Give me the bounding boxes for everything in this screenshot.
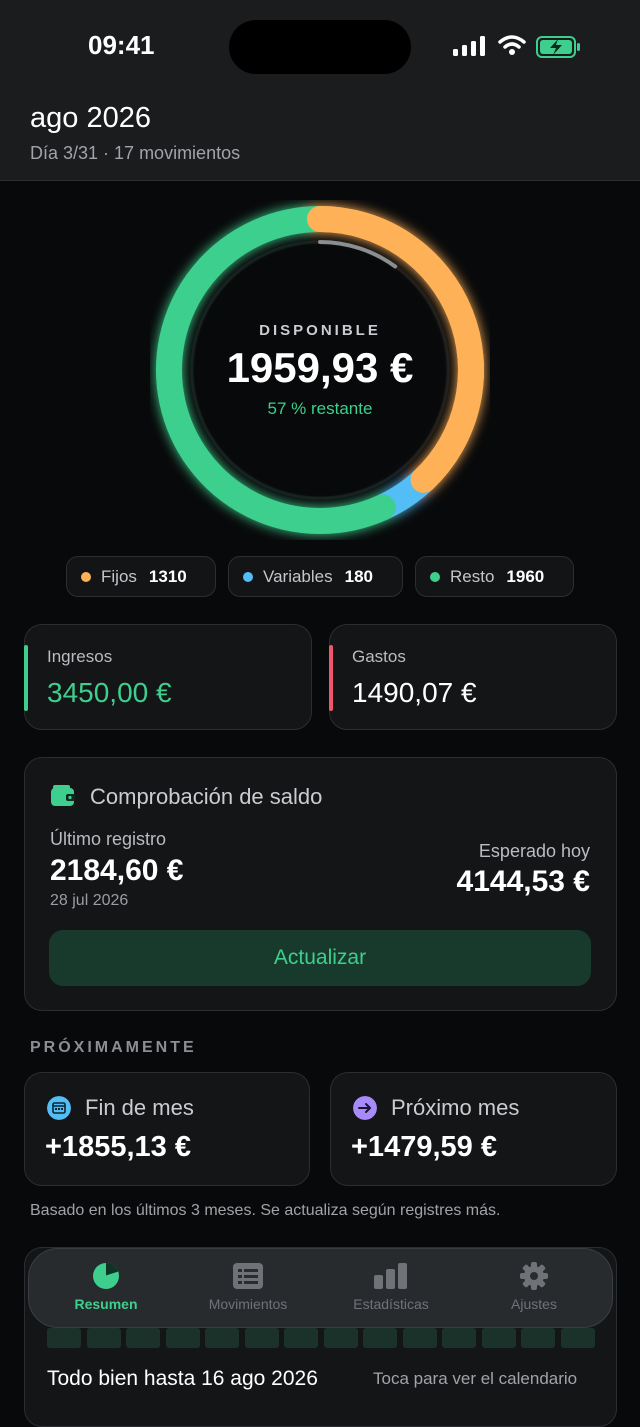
calendar-day-cell [284,1328,318,1348]
calendar-day-cell [363,1328,397,1348]
tab-label: Movimientos [208,1296,288,1312]
ring-label: DISPONIBLE [259,322,381,339]
remaining-percent: 57 % restante [267,399,373,418]
legend-pill-fijos[interactable]: Fijos 1310 [66,556,216,597]
forecast-footnote: Basado en los últimos 3 meses. Se actual… [30,1202,501,1219]
calendar-day-cell [86,1328,121,1348]
legend-value: 1960 [506,566,545,586]
next-month-card[interactable]: Próximo mes +1479,59 € [330,1072,617,1186]
calendar-day-cell [205,1328,239,1348]
legend-dot [430,571,440,582]
bar-chart-icon [374,1263,407,1289]
calendar-day-cell [521,1328,555,1348]
calendar-day-cell [442,1328,476,1348]
tab-label: Resumen [74,1296,138,1312]
arrow-right-icon [353,1096,377,1120]
calendar-day-cell [481,1328,516,1348]
income-label: Ingresos [47,647,113,666]
expenses-label: Gastos [352,647,406,666]
battery-charging-icon [536,36,580,58]
balance-check-title: Comprobación de saldo [90,784,323,809]
legend-label: Fijos [101,566,137,586]
income-value: 3450,00 € [47,677,172,708]
legend-dot [243,571,253,582]
tab-label: Estadísticas [353,1296,429,1312]
legend-pill-resto[interactable]: Resto 1960 [415,556,574,597]
status-time: 09:41 [88,30,155,60]
update-button[interactable]: Actualizar [49,930,591,986]
legend-dot [81,571,91,582]
income-card[interactable]: Ingresos 3450,00 € [24,624,312,730]
calendar-day-cell [47,1328,81,1348]
tab-resumen[interactable]: Resumen [36,1262,176,1312]
expenses-value: 1490,07 € [352,677,477,708]
legend-label: Variables [263,566,333,586]
calendar-day-cell [323,1328,358,1348]
expected-today-amount: 4144,53 € [456,865,590,898]
end-of-month-card[interactable]: Fin de mes +1855,13 € [24,1072,310,1186]
list-icon [233,1263,263,1289]
last-record-amount: 2184,60 € [50,854,184,887]
calendar-hint[interactable]: Toca para ver el calendario [373,1369,577,1389]
calendar-day-cell [126,1328,160,1348]
calendar-day-cell [244,1328,279,1348]
last-record-label: Último registro [50,829,167,849]
next-month-value: +1479,59 € [351,1131,497,1163]
pie-chart-icon [93,1262,119,1289]
legend-value: 1310 [148,566,187,586]
available-amount: 1959,93 € [226,344,414,391]
calendar-icon [47,1096,71,1120]
tab-ajustes[interactable]: Ajustes [464,1262,604,1312]
legend-value: 180 [344,566,373,586]
income-accent-bar [24,645,28,711]
next-month-title: Próximo mes [391,1095,520,1120]
signal-icon [453,36,485,56]
tab-estadisticas[interactable]: Estadísticas [321,1262,461,1312]
gear-icon [520,1262,548,1290]
legend-label: Resto [450,566,495,586]
last-record-date: 28 jul 2026 [50,892,129,909]
end-of-month-value: +1855,13 € [45,1131,191,1163]
tab-movimientos[interactable]: Movimientos [178,1262,318,1312]
upcoming-heading: PRÓXIMAMENTE [30,1039,197,1056]
end-of-month-title: Fin de mes [85,1095,194,1120]
page-title: ago 2026 [30,102,151,134]
expenses-card[interactable]: Gastos 1490,07 € [329,624,617,730]
expected-today-label: Esperado hoy [478,841,590,861]
page-subtitle: Día 3/31 · 17 movimientos [30,143,241,163]
legend-pill-variables[interactable]: Variables 180 [228,556,403,597]
calendar-day-cell [560,1328,595,1348]
calendar-day-cell [402,1328,437,1348]
expenses-accent-bar [329,645,333,711]
wallet-icon [51,785,75,806]
calendar-day-cell [165,1328,200,1348]
tab-label: Ajustes [511,1296,557,1312]
dynamic-island [229,20,411,74]
wifi-icon [498,35,526,55]
calendar-status: Todo bien hasta 16 ago 2026 [47,1367,318,1390]
